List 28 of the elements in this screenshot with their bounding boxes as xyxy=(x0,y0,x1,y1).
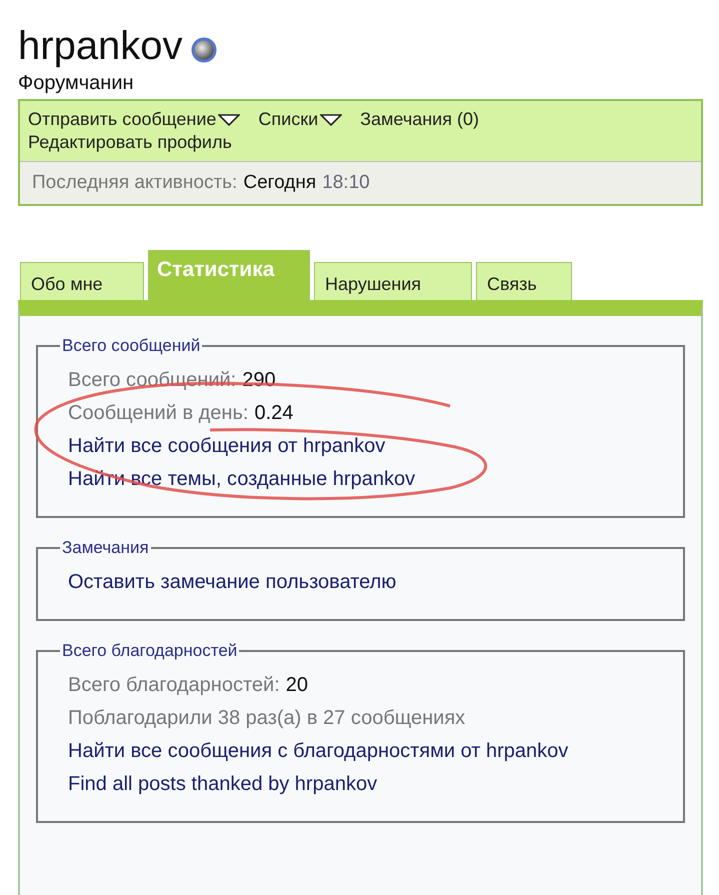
search-link[interactable]: Find all posts thanked by hrpankov xyxy=(68,773,378,795)
search-link[interactable]: Найти все темы, созданные hrpankov xyxy=(68,468,416,490)
user-rank: Форумчанин xyxy=(18,72,135,95)
activity-day: Сегодня xyxy=(243,172,316,194)
username: hrpankov xyxy=(18,23,183,70)
search-link[interactable]: Найти все сообщения от hrpankov xyxy=(68,435,386,457)
profile-action-link[interactable]: Списки xyxy=(258,109,342,130)
profile-action-link[interactable]: Редактировать профиль xyxy=(28,132,232,153)
stat-value: 20 xyxy=(286,674,308,696)
section-title: Замечания xyxy=(61,538,150,558)
activity-time: 18:10 xyxy=(322,172,370,194)
profile-tab[interactable]: Обо мне xyxy=(20,262,144,300)
stat-label: Сообщений в день: xyxy=(68,402,248,424)
stat-label: Поблагодарили 38 раз(а) в 27 сообщениях xyxy=(68,707,466,729)
profile-action-link[interactable]: Замечания (0) xyxy=(360,109,479,130)
profile-action-link[interactable]: Отправить сообщение xyxy=(28,109,240,130)
section-title: Всего сообщений xyxy=(61,336,202,356)
profile-tab[interactable]: Связь xyxy=(476,262,572,300)
profile-tab[interactable]: Нарушения xyxy=(314,262,472,300)
activity-label: Последняя активность: xyxy=(32,172,238,194)
status-orb-icon xyxy=(190,37,217,63)
section-title: Всего благодарностей xyxy=(61,641,238,661)
stat-label: Всего благодарностей: xyxy=(68,674,280,696)
search-link[interactable]: Найти все сообщения с благодарностями от hrpankov xyxy=(68,740,568,762)
dropdown-triangle-icon xyxy=(218,114,240,126)
stat-value: 0.24 xyxy=(254,402,294,424)
dropdown-triangle-icon xyxy=(320,114,342,126)
search-link[interactable]: Оставить замечание пользователю xyxy=(68,571,396,593)
